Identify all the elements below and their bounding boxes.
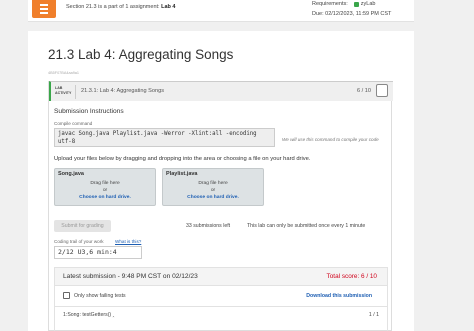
download-submission-link[interactable]: Download this submission xyxy=(306,293,372,299)
lab-header: LAB ACTIVITY 21.3.1: Lab 4: Aggregating … xyxy=(49,81,393,101)
top-bar: Section 21.3 is a part of 1 assignment: … xyxy=(28,0,414,22)
choose-file-link[interactable]: Choose on hard drive. xyxy=(163,195,263,200)
drag-text: Drag file here xyxy=(198,181,228,186)
or-text: or xyxy=(102,188,108,193)
instructions-title: Submission Instructions xyxy=(54,108,124,115)
only-failing-label[interactable]: Only show failing tests xyxy=(74,293,126,299)
requirements-value: zyLab xyxy=(360,1,376,7)
file-name: Song.java xyxy=(58,171,84,177)
test-result-toggle[interactable]: 1:Song: testGetters() ‸ xyxy=(63,312,114,318)
requirements: Requirements: zyLab xyxy=(312,1,375,7)
submit-rate-note: This lab can only be submitted once ever… xyxy=(247,223,366,229)
lab-score: 6 / 10 xyxy=(357,88,371,94)
menu-icon[interactable] xyxy=(32,0,56,18)
what-is-this-link[interactable]: What is this? xyxy=(115,239,141,244)
lab-activity: LAB ACTIVITY 21.3.1: Lab 4: Aggregating … xyxy=(48,81,393,331)
test-score: 1 / 1 xyxy=(368,312,379,318)
latest-submission-title: Latest submission - 9:48 PM CST on 02/12… xyxy=(63,273,198,280)
upload-instructions: Upload your files below by dragging and … xyxy=(54,156,311,162)
completion-box-icon xyxy=(376,84,388,97)
requirements-label: Requirements: xyxy=(312,1,348,7)
latest-submission: Latest submission - 9:48 PM CST on 02/12… xyxy=(54,267,388,331)
submit-for-grading-button[interactable]: Submit for grading xyxy=(54,220,111,232)
or-text: or xyxy=(210,188,216,193)
lab-name: 21.3.1: Lab 4: Aggregating Songs xyxy=(81,88,165,94)
section-hash: 4B5F07BA4aa9a1 xyxy=(48,71,80,75)
section-info: Section 21.3 is a part of 1 assignment: … xyxy=(66,4,176,10)
only-failing-checkbox[interactable] xyxy=(63,292,70,299)
page-title: 21.3 Lab 4: Aggregating Songs xyxy=(48,47,234,62)
divider xyxy=(75,85,76,99)
divider xyxy=(55,306,387,307)
drag-text: Drag file here xyxy=(90,181,120,186)
lab-tag: LAB ACTIVITY xyxy=(55,86,72,95)
coding-trail-value: 2/12 U3,6 min:4 xyxy=(54,246,142,259)
coding-trail-label: Coding trail of your work xyxy=(54,239,104,244)
total-score: Total score: 6 / 10 xyxy=(326,273,377,280)
compile-command: javac Song.java Playlist.java -Werror -X… xyxy=(54,128,275,147)
compile-label: Compile command xyxy=(54,121,93,126)
compile-note: We will use this command to compile your… xyxy=(282,137,379,142)
zylab-icon xyxy=(353,1,359,7)
submissions-left: 33 submissions left xyxy=(186,223,231,229)
file-name: Playlist.java xyxy=(166,171,198,177)
drop-zone-playlist[interactable]: Playlist.java Drag file here or Choose o… xyxy=(162,168,264,206)
choose-file-link[interactable]: Choose on hard drive. xyxy=(55,195,155,200)
content-card: 21.3 Lab 4: Aggregating Songs 4B5F07BA4a… xyxy=(28,31,414,331)
drop-zone-song[interactable]: Song.java Drag file here or Choose on ha… xyxy=(54,168,156,206)
due-date: Due: 02/12/2023, 11:59 PM CST xyxy=(312,11,392,17)
assignment-name[interactable]: Lab 4 xyxy=(161,4,175,10)
